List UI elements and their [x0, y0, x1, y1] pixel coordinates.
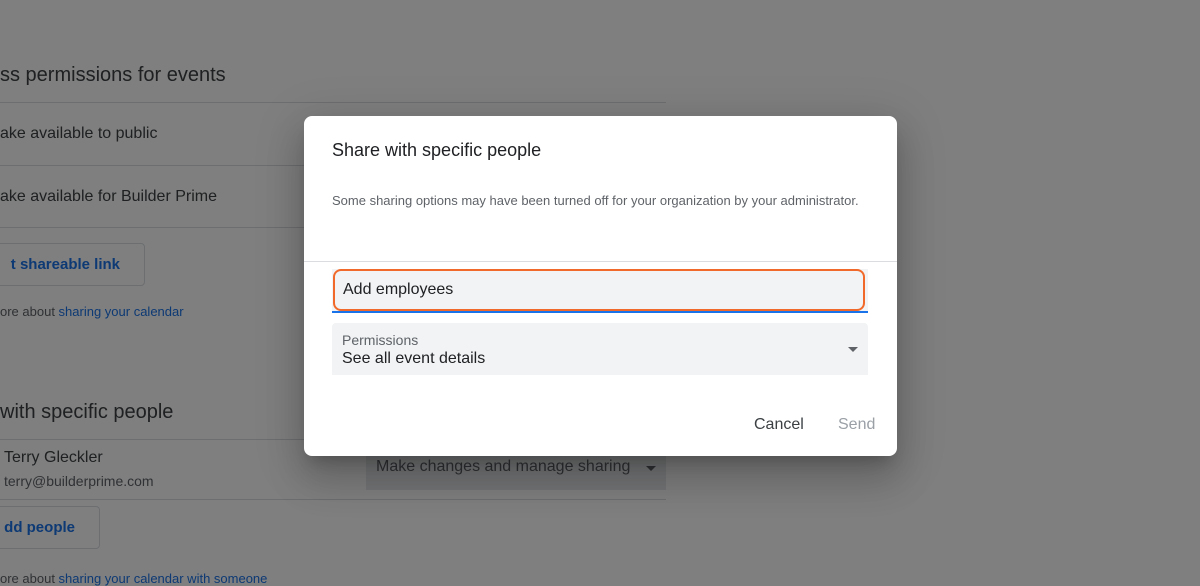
- dialog-divider: [304, 261, 897, 262]
- dropdown-arrow-icon: [848, 347, 858, 352]
- permissions-value: See all event details: [342, 350, 486, 367]
- share-dialog: Share with specific people Some sharing …: [304, 116, 897, 456]
- dialog-title: Share with specific people: [332, 140, 542, 160]
- admin-restriction-note: Some sharing options may have been turne…: [332, 193, 859, 208]
- send-button[interactable]: Send: [838, 412, 875, 438]
- permissions-select[interactable]: Permissions See all event details: [332, 323, 868, 375]
- add-people-field: [332, 269, 868, 313]
- add-people-input[interactable]: [333, 269, 865, 311]
- cancel-button[interactable]: Cancel: [754, 412, 804, 438]
- permissions-label: Permissions: [342, 332, 419, 348]
